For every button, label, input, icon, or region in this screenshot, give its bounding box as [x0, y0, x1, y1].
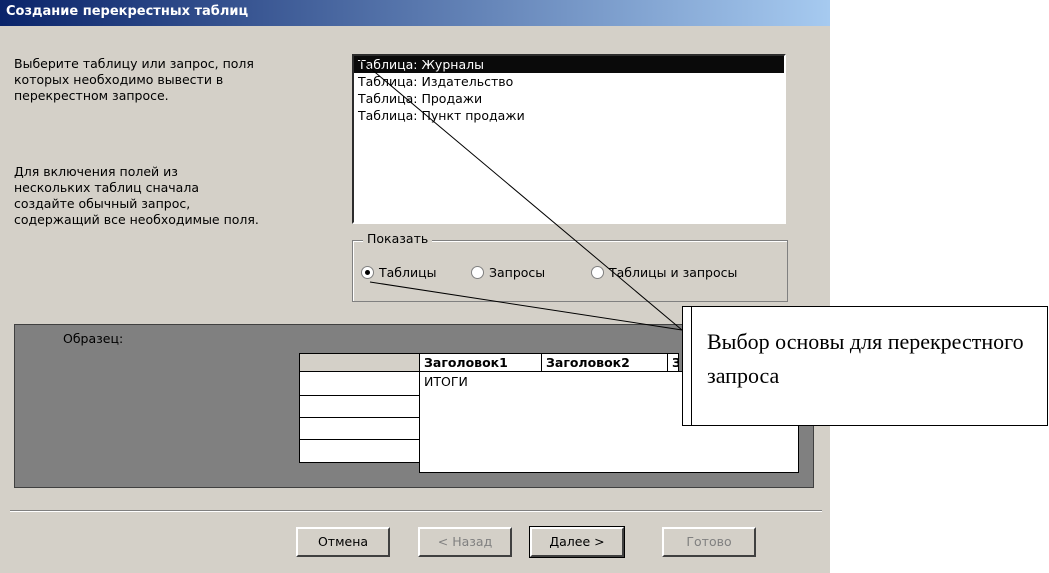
callout-pointer-lines [357, 57, 683, 331]
